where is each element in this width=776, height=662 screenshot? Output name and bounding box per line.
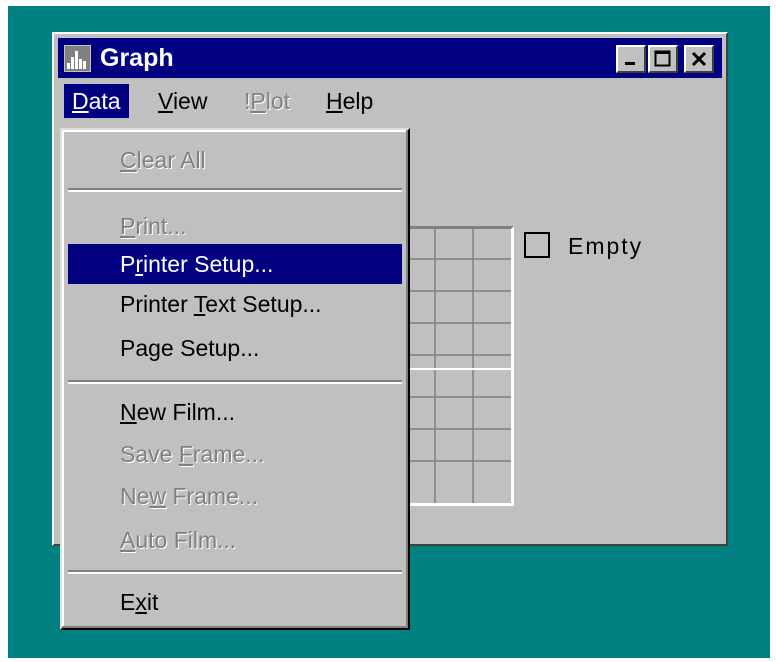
menu-separator — [68, 188, 402, 192]
menu-item-auto-film[interactable]: Auto Film... — [68, 520, 402, 560]
graph-app-icon[interactable] — [64, 45, 91, 72]
window-title: Graph — [100, 44, 174, 72]
maximize-icon — [654, 50, 671, 67]
empty-checkbox-label: Empty — [568, 233, 644, 259]
menu-item-print[interactable]: Print... — [68, 206, 402, 246]
menu-separator — [68, 380, 402, 384]
menu-item-exit[interactable]: Exit — [68, 582, 402, 622]
menu-item-printer-text-setup[interactable]: Printer Text Setup... — [68, 284, 402, 324]
menu-item-printer-setup[interactable]: Printer Setup... — [68, 244, 402, 284]
minimize-icon — [625, 62, 635, 65]
menu-plot[interactable]: !Plot — [236, 84, 298, 118]
grid-lines — [407, 229, 511, 503]
menu-item-clear-all[interactable]: Clear All — [68, 140, 402, 180]
menu-data[interactable]: Data — [64, 84, 129, 118]
maximize-button[interactable] — [648, 45, 678, 73]
empty-checkbox[interactable] — [524, 232, 550, 258]
close-button[interactable] — [684, 45, 714, 73]
menu-view[interactable]: View — [150, 84, 215, 118]
minimize-button[interactable] — [616, 45, 646, 73]
plot-grid — [404, 226, 514, 506]
menu-separator — [68, 570, 402, 574]
menu-item-new-frame[interactable]: New Frame... — [68, 476, 402, 516]
data-dropdown-menu: Clear All Print... Printer Setup... Prin… — [60, 128, 410, 630]
menu-item-page-setup[interactable]: Page Setup... — [68, 328, 402, 368]
menu-help[interactable]: Help — [318, 84, 381, 118]
title-bar[interactable]: Graph — [58, 38, 722, 78]
close-icon — [691, 51, 707, 67]
menu-item-new-film[interactable]: New Film... — [68, 392, 402, 432]
menu-item-save-frame[interactable]: Save Frame... — [68, 434, 402, 474]
menu-bar: Data View !Plot Help — [58, 82, 722, 120]
